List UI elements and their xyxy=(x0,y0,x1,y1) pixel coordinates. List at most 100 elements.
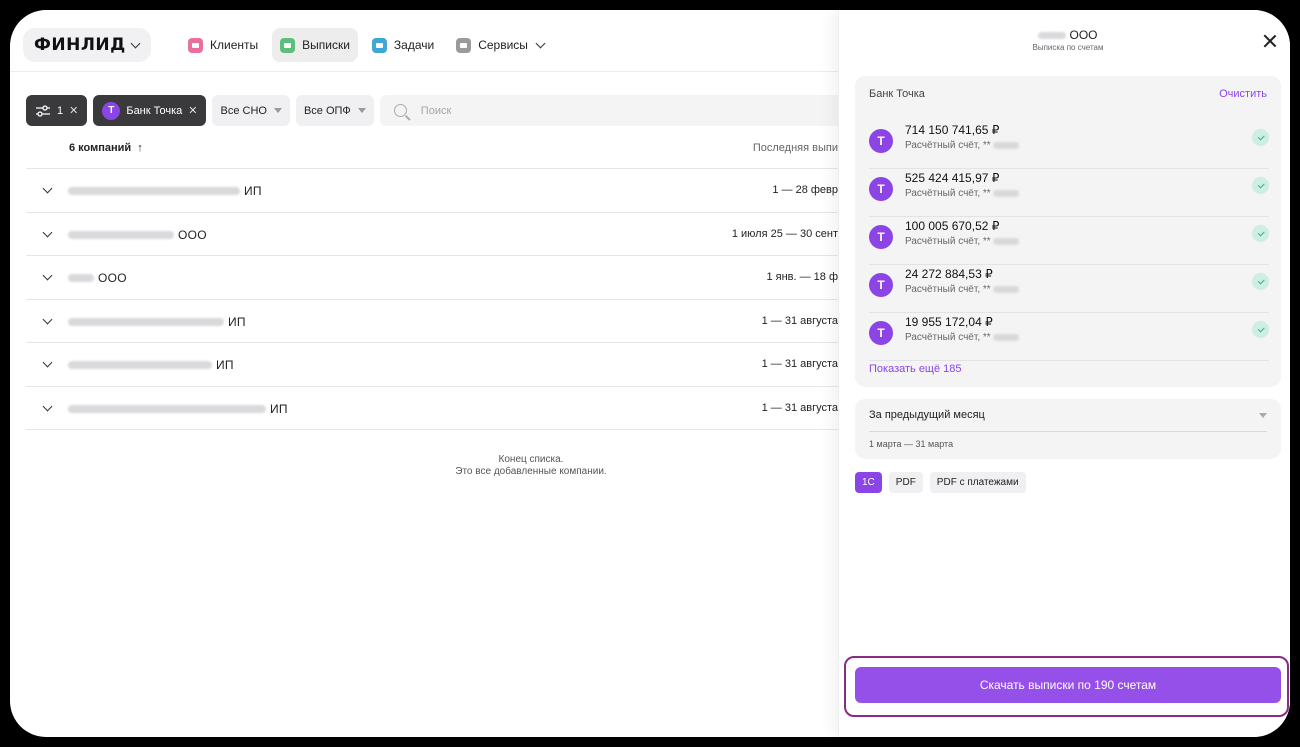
account-number: Расчётный счёт, ** xyxy=(905,284,1019,295)
sno-select-value: Все СНО xyxy=(220,104,267,117)
account-label: Расчётный счёт, ** xyxy=(905,188,991,199)
account-item[interactable]: Т 24 272 884,53 ₽ Расчётный счёт, ** xyxy=(869,265,1269,313)
arrow-up-icon: ↑ xyxy=(134,142,143,154)
format-pdf-button[interactable]: PDF xyxy=(888,472,923,493)
divider xyxy=(869,431,1267,432)
statement-period: 1 июля 25 — 30 сент xyxy=(731,227,838,240)
statement-period: 1 — 31 августа xyxy=(761,401,838,414)
account-item[interactable]: Т 525 424 415,97 ₽ Расчётный счёт, ** xyxy=(869,169,1269,217)
check-icon[interactable] xyxy=(1252,321,1269,338)
caret-down-icon[interactable] xyxy=(1259,413,1267,418)
bank-filter-label: Банк Точка xyxy=(126,104,183,117)
statements-icon xyxy=(280,37,296,53)
filter-settings-chip[interactable]: 1 ✕ xyxy=(26,95,88,126)
org-switcher[interactable]: ФИНЛИД xyxy=(23,28,151,62)
account-number: Расчётный счёт, ** xyxy=(905,236,1019,247)
account-balance: 24 272 884,53 ₽ xyxy=(905,267,993,281)
redacted-text xyxy=(68,404,266,413)
company-name: ИП xyxy=(68,358,234,372)
company-form: ООО xyxy=(98,271,127,285)
check-icon[interactable] xyxy=(1252,225,1269,242)
clear-button[interactable]: Очистить xyxy=(1219,88,1267,100)
expand-chevron-icon[interactable] xyxy=(42,270,53,281)
format-1c-button[interactable]: 1С xyxy=(855,472,882,493)
company-form: ИП xyxy=(270,401,288,416)
chevron-down-icon xyxy=(130,38,141,48)
redacted-text xyxy=(992,142,1019,149)
account-balance: 19 955 172,04 ₽ xyxy=(905,315,993,329)
search-icon xyxy=(393,104,407,117)
company-name: ИП xyxy=(68,184,262,198)
redacted-text xyxy=(1038,31,1067,39)
statement-period: 1 — 31 августа xyxy=(761,358,838,370)
logo: ФИНЛИД xyxy=(34,35,126,55)
table-row[interactable]: ИП 1 — 28 февр xyxy=(26,169,838,213)
download-statements-button[interactable]: Скачать выписки по 190 счетам xyxy=(855,667,1281,703)
last-statement-header[interactable]: Последняя выпи xyxy=(753,142,838,154)
expand-chevron-icon[interactable] xyxy=(42,183,53,194)
sort-by-company[interactable]: 6 компаний ↑ xyxy=(69,142,143,154)
account-item[interactable]: Т 714 150 741,65 ₽ Расчётный счёт, ** xyxy=(869,121,1269,169)
company-name: ИП xyxy=(68,402,288,416)
sliders-icon xyxy=(36,104,50,117)
check-icon[interactable] xyxy=(1252,129,1269,146)
chevron-down-icon xyxy=(535,38,546,48)
services-icon xyxy=(456,37,472,53)
sno-select[interactable]: Все СНО xyxy=(212,95,290,126)
main-nav: Клиенты Выписки Задачи Сервисы xyxy=(180,28,552,62)
nav-statements[interactable]: Выписки xyxy=(272,28,358,62)
check-icon[interactable] xyxy=(1252,273,1269,290)
clients-icon xyxy=(188,37,203,53)
statement-period: 1 янв. — 18 ф xyxy=(766,271,838,283)
redacted-text xyxy=(992,334,1019,341)
search-input[interactable] xyxy=(420,104,821,117)
panel-subtitle: Выписка по счетам xyxy=(1032,43,1104,52)
period-select[interactable]: За предыдущий месяц xyxy=(869,409,985,421)
bank-logo-icon: Т xyxy=(869,129,893,153)
table-row[interactable]: ИП 1 — 31 августа xyxy=(26,343,838,387)
filter-count: 1 xyxy=(57,104,64,117)
expand-chevron-icon[interactable] xyxy=(42,357,53,368)
bank-logo-icon: Т xyxy=(869,177,893,201)
expand-chevron-icon[interactable] xyxy=(42,314,53,324)
company-count: 6 компаний xyxy=(69,142,132,154)
opf-select[interactable]: Все ОПФ xyxy=(295,95,374,126)
table-row[interactable]: ООО 1 янв. — 18 ф xyxy=(26,256,838,300)
close-icon[interactable] xyxy=(1263,34,1277,48)
account-balance: 714 150 741,65 ₽ xyxy=(905,123,1000,137)
nav-services-label: Сервисы xyxy=(478,38,528,52)
account-balance: 100 005 670,52 ₽ xyxy=(905,219,1000,233)
search-box xyxy=(379,95,850,126)
top-bar: ФИНЛИД Клиенты Выписки Задачи Сервисы xyxy=(10,10,838,72)
table-row[interactable]: ООО 1 июля 25 — 30 сент xyxy=(26,213,838,256)
nav-clients[interactable]: Клиенты xyxy=(180,28,266,62)
account-item[interactable]: Т 19 955 172,04 ₽ Расчётный счёт, ** xyxy=(869,313,1269,361)
nav-services[interactable]: Сервисы xyxy=(448,28,552,62)
check-icon[interactable] xyxy=(1252,177,1269,194)
expand-chevron-icon[interactable] xyxy=(42,401,53,411)
format-selector: 1С PDF PDF с платежами xyxy=(855,472,1026,493)
panel-title: ООО xyxy=(839,28,1290,42)
statements-panel: ООО Выписка по счетам Банк Точка Очистит… xyxy=(838,10,1290,737)
table-row[interactable]: ИП 1 — 31 августа xyxy=(26,387,838,430)
redacted-text xyxy=(68,361,212,369)
redacted-text xyxy=(68,317,224,326)
table-row[interactable]: ИП 1 — 31 августа xyxy=(26,300,838,343)
statement-period: 1 — 28 февр xyxy=(772,184,838,196)
company-name: ООО xyxy=(68,271,127,285)
close-icon[interactable]: ✕ xyxy=(188,104,197,117)
opf-select-value: Все ОПФ xyxy=(303,104,351,117)
format-pdf-payments-button[interactable]: PDF с платежами xyxy=(929,472,1026,493)
company-form: ООО xyxy=(178,227,207,242)
show-more-link[interactable]: Показать ещё 185 xyxy=(869,363,962,375)
close-icon[interactable]: ✕ xyxy=(69,104,78,117)
expand-chevron-icon[interactable] xyxy=(42,227,53,237)
redacted-text xyxy=(992,286,1019,293)
account-number: Расчётный счёт, ** xyxy=(905,332,1019,343)
bank-filter-chip[interactable]: Т Банк Точка ✕ xyxy=(93,95,207,126)
account-item[interactable]: Т 100 005 670,52 ₽ Расчётный счёт, ** xyxy=(869,217,1269,265)
account-label: Расчётный счёт, ** xyxy=(905,332,991,343)
nav-tasks[interactable]: Задачи xyxy=(364,28,442,62)
bank-logo-icon: Т xyxy=(869,321,893,345)
nav-statements-label: Выписки xyxy=(302,38,350,52)
